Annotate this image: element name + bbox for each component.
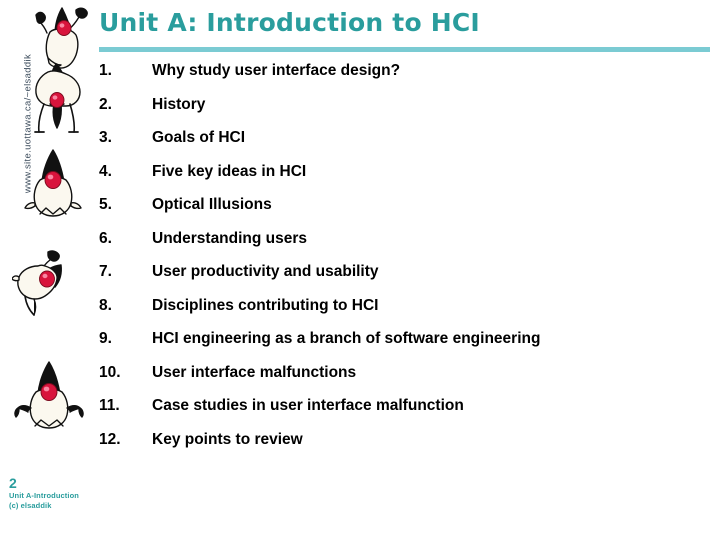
agenda-item-number: 4. bbox=[99, 162, 112, 180]
agenda-item-number: 7. bbox=[99, 263, 112, 280]
agenda-item: 4. Five key ideas in HCI bbox=[99, 163, 714, 197]
agenda-item: 8. Disciplines contributing to HCI bbox=[99, 297, 714, 331]
agenda-item: 1. Why study user interface design? bbox=[99, 62, 714, 96]
agenda-item-label: History bbox=[152, 95, 206, 113]
agenda-item-label: Optical Illusions bbox=[152, 196, 272, 213]
footer-unit-label: Unit A-Introduction bbox=[9, 491, 79, 500]
agenda-item-number: 11. bbox=[99, 397, 120, 414]
duke-mascot-3-icon bbox=[24, 149, 82, 217]
agenda-item-label: User productivity and usability bbox=[152, 263, 379, 280]
agenda-item-label: HCI engineering as a branch of software … bbox=[152, 330, 541, 347]
duke-mascot-5-icon bbox=[14, 361, 84, 429]
agenda-list: 1. Why study user interface design? 2. H… bbox=[99, 62, 714, 464]
page-number: 2 bbox=[9, 475, 17, 491]
agenda-item-label: User interface malfunctions bbox=[152, 363, 357, 381]
agenda-item-number: 12. bbox=[99, 430, 121, 448]
agenda-item: 2. History bbox=[99, 96, 714, 130]
agenda-item: 7. User productivity and usability bbox=[99, 263, 714, 297]
slide-footer: 2 Unit A-Introduction (c) elsaddik bbox=[9, 476, 79, 511]
title-divider-rule bbox=[99, 47, 710, 52]
agenda-item-number: 10. bbox=[99, 363, 121, 381]
duke-mascot-2-icon bbox=[34, 63, 81, 133]
duke-mascot-4-icon bbox=[12, 250, 62, 316]
agenda-item-number: 5. bbox=[99, 196, 112, 213]
agenda-item-label: Five key ideas in HCI bbox=[152, 162, 307, 180]
agenda-item: 3. Goals of HCI bbox=[99, 129, 714, 163]
agenda-item-label: Disciplines contributing to HCI bbox=[152, 296, 379, 314]
agenda-item: 12. Key points to review bbox=[99, 431, 714, 465]
agenda-item-number: 8. bbox=[99, 296, 112, 314]
slide-canvas: www.site.uottawa.ca/~elsaddik Unit A: In… bbox=[0, 0, 720, 540]
agenda-item-number: 1. bbox=[99, 62, 112, 79]
footer-copyright-label: (c) elsaddik bbox=[9, 501, 52, 510]
mascot-column bbox=[0, 0, 100, 470]
agenda-item-label: Goals of HCI bbox=[152, 129, 246, 146]
slide-title: Unit A: Introduction to HCI bbox=[99, 8, 480, 37]
agenda-item-number: 3. bbox=[99, 129, 112, 146]
agenda-item-number: 2. bbox=[99, 95, 112, 113]
agenda-item-number: 6. bbox=[99, 229, 112, 247]
agenda-item-label: Why study user interface design? bbox=[152, 62, 401, 79]
agenda-item: 10. User interface malfunctions bbox=[99, 364, 714, 398]
agenda-item: 6. Understanding users bbox=[99, 230, 714, 264]
agenda-item-label: Key points to review bbox=[152, 430, 303, 448]
agenda-item-label: Understanding users bbox=[152, 229, 308, 247]
agenda-item: 5. Optical Illusions bbox=[99, 196, 714, 230]
agenda-item-label: Case studies in user interface malfuncti… bbox=[152, 397, 464, 414]
agenda-item: 11. Case studies in user interface malfu… bbox=[99, 397, 714, 431]
agenda-item: 9. HCI engineering as a branch of softwa… bbox=[99, 330, 714, 364]
agenda-item-number: 9. bbox=[99, 330, 112, 347]
